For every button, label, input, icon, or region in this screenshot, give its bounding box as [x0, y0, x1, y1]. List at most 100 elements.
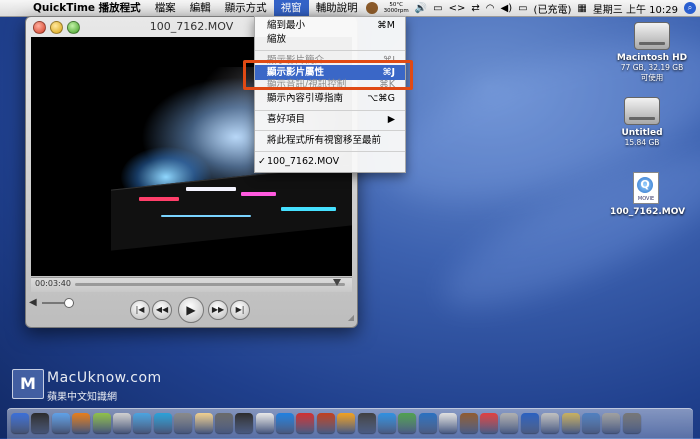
code-icon[interactable]: <> — [449, 3, 466, 14]
desktop-icon-label: 100_7162.MOV — [610, 207, 686, 217]
volume-icon[interactable]: ◀) — [501, 3, 513, 14]
app-icon[interactable] — [561, 413, 580, 433]
app-icon[interactable] — [174, 413, 193, 433]
vlc-icon[interactable] — [337, 413, 356, 433]
playhead[interactable] — [332, 279, 341, 286]
desktop-icon-label: Macintosh HD — [616, 53, 688, 63]
desktop-icon-macintosh-hd[interactable]: Macintosh HD 77 GB, 32.19 GB 可使用 — [616, 22, 688, 83]
app-icon[interactable] — [235, 413, 254, 433]
checkmark-icon: ✓ — [258, 156, 266, 167]
volume-knob[interactable] — [64, 298, 74, 308]
menu-item-favorites[interactable]: 喜好項目 ▶ — [255, 112, 405, 127]
clock[interactable]: 星期三 上午 10:29 — [593, 1, 678, 16]
menu-item-zoom[interactable]: 縮放 — [255, 32, 405, 47]
menu-item-label: 顯示內容引導指南 — [267, 93, 344, 104]
app-icon[interactable] — [378, 413, 397, 433]
desktop-icon-untitled[interactable]: Untitled 15.84 GB — [606, 97, 678, 147]
menu-item-window-100-7162[interactable]: ✓ 100_7162.MOV — [255, 154, 405, 169]
wifi-icon[interactable]: ◠ — [486, 3, 495, 14]
quicktime-movie-icon: Q MOVIE — [633, 172, 659, 204]
menu-item-show-content-guide[interactable]: 顯示內容引導指南 ⌥⌘G — [255, 91, 405, 106]
app-icon[interactable] — [541, 413, 560, 433]
documents-folder-icon[interactable] — [581, 413, 600, 433]
menu-edit[interactable]: 編輯 — [183, 0, 218, 16]
app-icon[interactable] — [316, 413, 335, 433]
quicktime-logo-icon: Q — [637, 177, 653, 193]
play-button[interactable]: ▶ — [178, 297, 204, 323]
scrub-bar[interactable]: 00:03:40 — [31, 277, 352, 292]
menu-item-label: 喜好項目 — [267, 114, 306, 125]
trash-icon[interactable] — [622, 413, 641, 433]
app-icon[interactable] — [112, 413, 131, 433]
desktop-icon-movie-file[interactable]: Q MOVIE 100_7162.MOV — [610, 172, 686, 217]
resize-grip-icon[interactable]: ◢ — [348, 313, 354, 322]
app-icon[interactable] — [439, 413, 458, 433]
firefox-icon[interactable] — [72, 413, 91, 433]
app-icon[interactable] — [276, 413, 295, 433]
apple-menu-icon[interactable] — [0, 0, 26, 16]
watermark-text: MacUknow.com — [47, 370, 162, 386]
go-to-start-button[interactable]: |◀ — [130, 300, 150, 320]
watermark-logo: M — [12, 369, 44, 399]
menu-file[interactable]: 檔案 — [148, 0, 183, 16]
display-icon[interactable]: ▭ — [433, 3, 442, 14]
fan-reading: 3000rpm — [383, 8, 409, 14]
skype-icon[interactable] — [133, 413, 152, 433]
neon-sign — [186, 187, 236, 191]
battery-icon[interactable]: ▭ — [518, 3, 527, 14]
flag-icon[interactable]: ▦ — [577, 3, 586, 14]
menu-item-bring-all-to-front[interactable]: 將此程式所有視窗移至最前 — [255, 133, 405, 148]
neon-sign — [139, 197, 179, 201]
watermark-subtext: 蘋果中文知識網 — [47, 392, 117, 403]
menu-window[interactable]: 視窗 — [273, 0, 309, 16]
submenu-arrow-icon: ▶ — [387, 114, 395, 125]
app-icon[interactable] — [500, 413, 519, 433]
dashboard-icon[interactable] — [31, 413, 50, 433]
app-menu[interactable]: QuickTime 播放程式 — [26, 0, 148, 16]
neon-sign — [241, 192, 276, 196]
window-menu-dropdown: 縮到最小 ⌘M 縮放 顯示影片簡介 ⌘I 顯示影片屬性 ⌘J 顯示音訊/視訊控制… — [254, 16, 406, 173]
movie-badge: MOVIE — [637, 196, 655, 202]
app-icon[interactable] — [296, 413, 315, 433]
alien-icon[interactable] — [92, 413, 111, 433]
finder-icon[interactable] — [11, 413, 29, 433]
volume-low-icon: ◀ — [29, 297, 37, 308]
menu-separator — [255, 110, 405, 111]
menu-view[interactable]: 顯示方式 — [218, 0, 274, 16]
neon-sign — [281, 207, 336, 211]
desktop-icon-sublabel: 15.84 GB — [624, 138, 660, 147]
app-icon[interactable] — [459, 413, 478, 433]
network-icon[interactable] — [602, 413, 621, 433]
app-icon[interactable] — [214, 413, 233, 433]
spotlight-icon[interactable]: ⌕ — [684, 2, 696, 14]
app-icon[interactable] — [398, 413, 417, 433]
neon-sign — [161, 215, 251, 217]
timeline-track[interactable] — [75, 283, 345, 286]
menu-help[interactable]: 輔助說明 — [309, 0, 365, 16]
app-icon[interactable] — [418, 413, 437, 433]
fast-forward-button[interactable]: ▶▶ — [208, 300, 228, 320]
app-icon[interactable] — [520, 413, 539, 433]
sync-icon[interactable]: ⇄ — [471, 3, 479, 14]
menu-item-minimize[interactable]: 縮到最小 ⌘M — [255, 18, 405, 33]
desktop-icon-sublabel: 77 GB, 32.19 GB 可使用 — [620, 63, 684, 82]
menu-separator — [255, 151, 405, 152]
app-icon[interactable] — [479, 413, 498, 433]
dock — [7, 408, 693, 439]
sound-icon[interactable]: 🔊 — [415, 3, 427, 14]
menu-item-label: 縮到最小 — [267, 20, 306, 31]
rewind-button[interactable]: ◀◀ — [152, 300, 172, 320]
hard-disk-icon — [624, 97, 660, 125]
app-icon[interactable] — [357, 413, 376, 433]
go-to-end-button[interactable]: ▶| — [230, 300, 250, 320]
menu-separator — [255, 130, 405, 131]
chat-icon[interactable] — [153, 413, 172, 433]
highlight-callout-box — [243, 60, 413, 90]
calendar-icon[interactable] — [255, 413, 274, 433]
widget-icon[interactable] — [365, 2, 378, 14]
mail-icon[interactable] — [51, 413, 70, 433]
playback-controls: ◀ |◀ ◀◀ ▶ ▶▶ ▶| ◢ — [26, 293, 357, 325]
menu-item-label: 將此程式所有視窗移至最前 — [267, 135, 382, 146]
temperature-monitor[interactable]: 50°C 3000rpm — [384, 2, 409, 14]
app-icon[interactable] — [194, 413, 213, 433]
